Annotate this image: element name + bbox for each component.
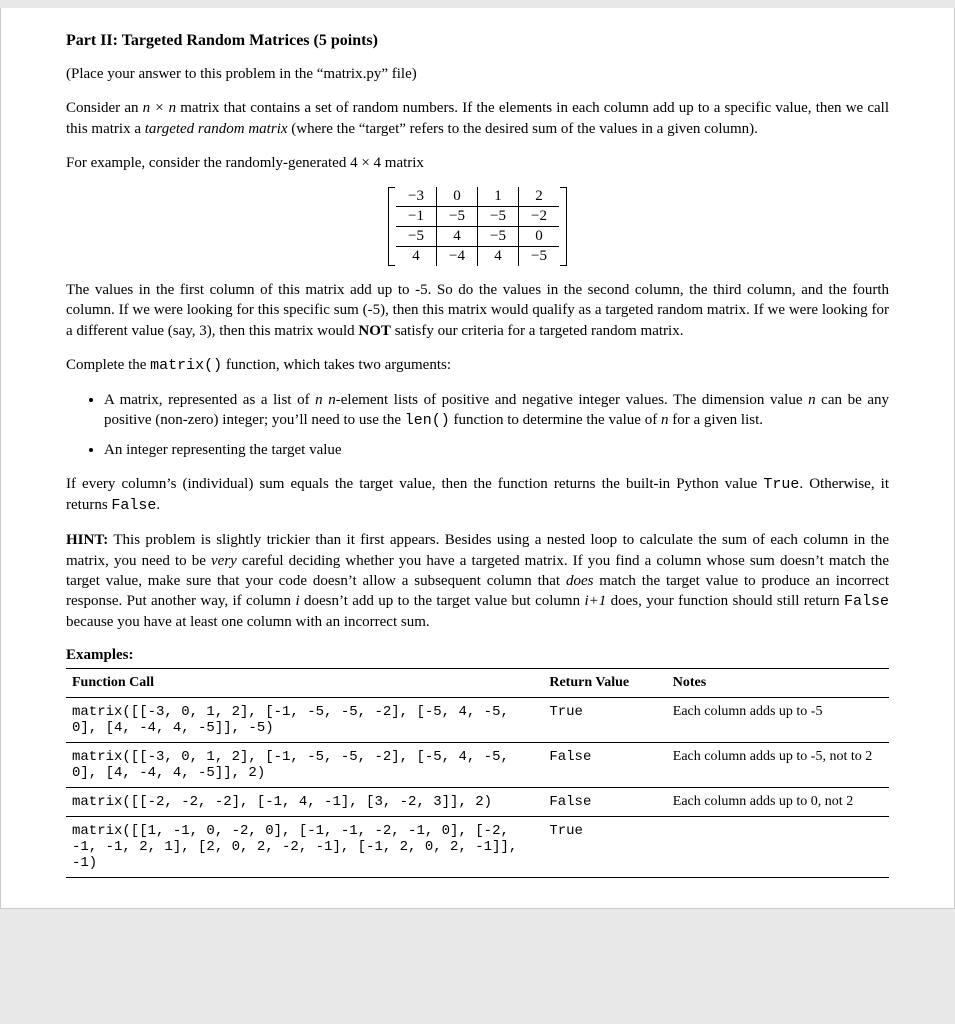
code-true: True xyxy=(763,476,799,493)
matrix-cell: −5 xyxy=(437,207,478,227)
matrix-cell: 4 xyxy=(396,247,437,267)
term-targeted-random-matrix: targeted random matrix xyxy=(145,121,288,137)
explanation-paragraph: The values in the first column of this m… xyxy=(66,280,889,341)
col-header-return-value: Return Value xyxy=(543,668,666,697)
cell-function-call: matrix([[-3, 0, 1, 2], [-1, -5, -5, -2],… xyxy=(66,742,543,787)
matrix-cell: 4 xyxy=(478,247,519,267)
code-len-fn: len() xyxy=(405,412,450,429)
document-page: Part II: Targeted Random Matrices (5 poi… xyxy=(0,8,955,909)
examples-table: Function Call Return Value Notes matrix(… xyxy=(66,668,889,878)
text: satisfy our criteria for a targeted rand… xyxy=(391,323,684,339)
table-header-row: Function Call Return Value Notes xyxy=(66,668,889,697)
matrix-cell: −5 xyxy=(478,207,519,227)
cell-notes: Each column adds up to -5, not to 2 xyxy=(667,742,889,787)
text: doesn’t add up to the target value but c… xyxy=(300,593,585,609)
file-note: (Place your answer to this problem in th… xyxy=(66,64,889,84)
section-title: Part II: Targeted Random Matrices (5 poi… xyxy=(66,32,889,50)
list-item: A matrix, represented as a list of n n-e… xyxy=(104,390,889,432)
text: function to determine the value of xyxy=(450,412,661,428)
text: (where the “target” refers to the desire… xyxy=(288,121,758,137)
matrix-cell: 0 xyxy=(519,227,560,247)
matrix-cell: −5 xyxy=(396,227,437,247)
matrix-cell: −2 xyxy=(519,207,560,227)
text: function, which takes two arguments: xyxy=(222,357,451,373)
cell-return-value: False xyxy=(543,742,666,787)
text: Complete the xyxy=(66,357,150,373)
var-n: n xyxy=(808,392,816,408)
emphasis-not: NOT xyxy=(358,323,391,339)
text: If every column’s (individual) sum equal… xyxy=(66,476,763,492)
code-false: False xyxy=(111,497,156,514)
text: does, your function should still return xyxy=(606,593,844,609)
cell-function-call: matrix([[1, -1, 0, -2, 0], [-1, -1, -2, … xyxy=(66,816,543,877)
matrix-cell: −4 xyxy=(437,247,478,267)
cell-return-value: True xyxy=(543,816,666,877)
cell-notes: Each column adds up to -5 xyxy=(667,697,889,742)
table-row: matrix([[-3, 0, 1, 2], [-1, -5, -5, -2],… xyxy=(66,697,889,742)
matrix-bracket: −3 0 1 2 −1 −5 −5 −2 −5 4 −5 0 xyxy=(388,187,567,266)
matrix-cell: −3 xyxy=(396,187,437,207)
cell-function-call: matrix([[-2, -2, -2], [-1, 4, -1], [3, -… xyxy=(66,787,543,816)
matrix-cell: −1 xyxy=(396,207,437,227)
task-paragraph: Complete the matrix() function, which ta… xyxy=(66,355,889,376)
matrix-row: −1 −5 −5 −2 xyxy=(396,207,559,227)
list-item: An integer representing the target value xyxy=(104,440,889,460)
matrix-cell: 2 xyxy=(519,187,560,207)
matrix-display: −3 0 1 2 −1 −5 −5 −2 −5 4 −5 0 xyxy=(66,187,889,266)
dimension-expr: n × n xyxy=(143,100,176,116)
hint-label: HINT: xyxy=(66,532,108,548)
matrix-cell: 4 xyxy=(437,227,478,247)
matrix-table: −3 0 1 2 −1 −5 −5 −2 −5 4 −5 0 xyxy=(396,187,559,266)
matrix-cell: 1 xyxy=(478,187,519,207)
matrix-row: −5 4 −5 0 xyxy=(396,227,559,247)
matrix-cell: −5 xyxy=(478,227,519,247)
emphasis-does: does xyxy=(566,573,594,589)
cell-function-call: matrix([[-3, 0, 1, 2], [-1, -5, -5, -2],… xyxy=(66,697,543,742)
intro-paragraph: Consider an n × n matrix that contains a… xyxy=(66,98,889,139)
col-header-function-call: Function Call xyxy=(66,668,543,697)
table-row: matrix([[-2, -2, -2], [-1, 4, -1], [3, -… xyxy=(66,787,889,816)
cell-notes xyxy=(667,816,889,877)
text: for a given list. xyxy=(668,412,763,428)
cell-return-value: True xyxy=(543,697,666,742)
dimension-nn: n n xyxy=(315,392,336,408)
matrix-row: −3 0 1 2 xyxy=(396,187,559,207)
return-paragraph: If every column’s (individual) sum equal… xyxy=(66,474,889,517)
table-row: matrix([[-3, 0, 1, 2], [-1, -5, -5, -2],… xyxy=(66,742,889,787)
matrix-cell: 0 xyxy=(437,187,478,207)
matrix-cell: −5 xyxy=(519,247,560,267)
cell-return-value: False xyxy=(543,787,666,816)
text: because you have at least one column wit… xyxy=(66,614,430,630)
code-false: False xyxy=(844,593,889,610)
table-row: matrix([[1, -1, 0, -2, 0], [-1, -1, -2, … xyxy=(66,816,889,877)
col-header-notes: Notes xyxy=(667,668,889,697)
matrix-row: 4 −4 4 −5 xyxy=(396,247,559,267)
text: -element lists of positive and negative … xyxy=(336,392,808,408)
text: . xyxy=(156,497,160,513)
example-intro: For example, consider the randomly-gener… xyxy=(66,153,889,173)
examples-heading: Examples: xyxy=(66,647,889,664)
text: A matrix, represented as a list of xyxy=(104,392,315,408)
var-i-plus-1: i+1 xyxy=(584,593,606,609)
cell-notes: Each column adds up to 0, not 2 xyxy=(667,787,889,816)
emphasis-very: very xyxy=(211,553,237,569)
argument-list: A matrix, represented as a list of n n-e… xyxy=(66,390,889,460)
text: Consider an xyxy=(66,100,143,116)
hint-paragraph: HINT: This problem is slightly trickier … xyxy=(66,530,889,632)
code-matrix-fn: matrix() xyxy=(150,357,222,374)
